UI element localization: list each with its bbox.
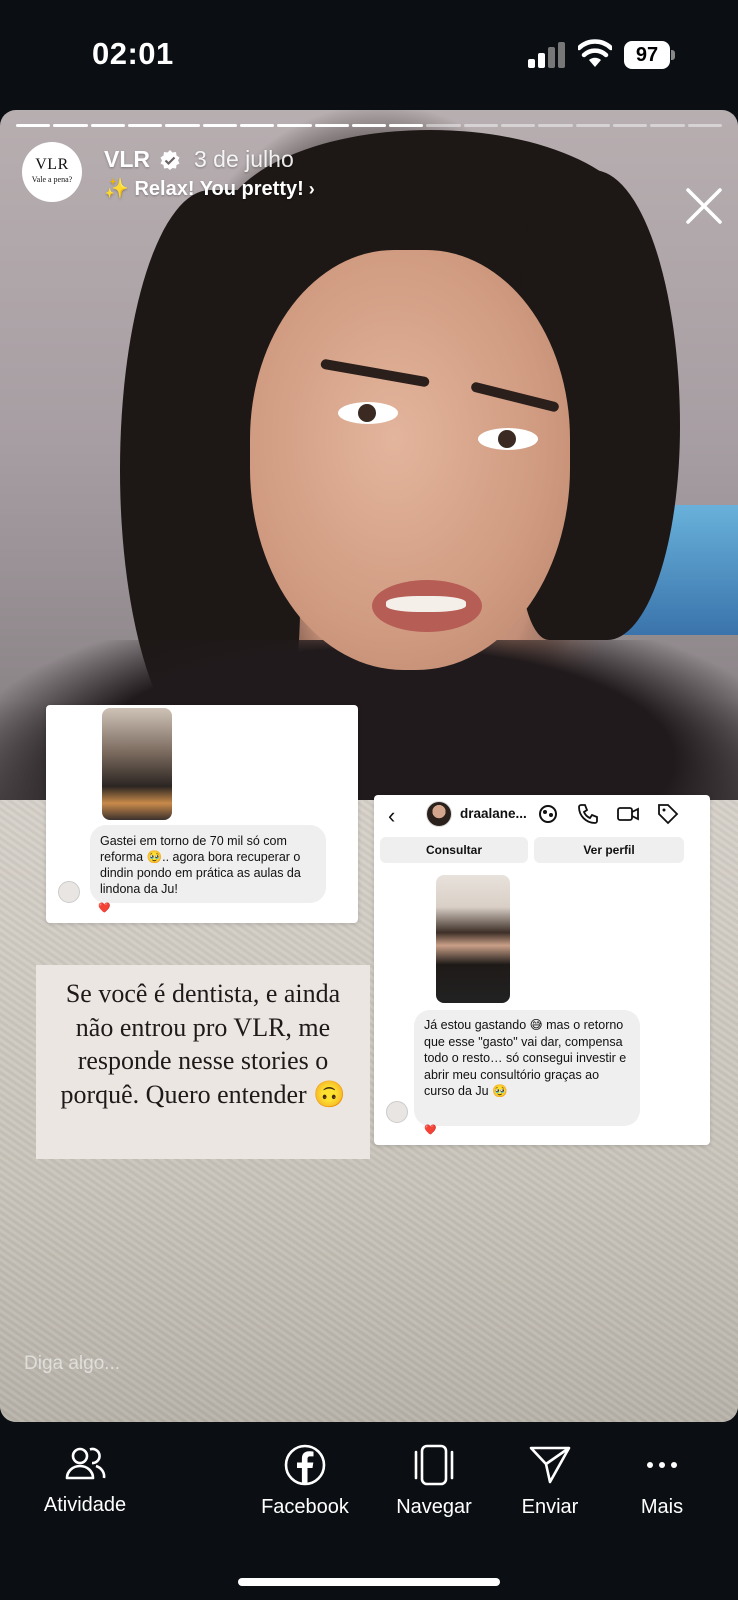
photo-smile: [372, 580, 482, 632]
music-label[interactable]: ✨ Relax! You pretty! ›: [104, 176, 315, 201]
progress-segment: [613, 124, 648, 127]
more-button[interactable]: Mais: [618, 1444, 706, 1519]
progress-segment: [351, 124, 387, 127]
battery-cap: [671, 50, 675, 60]
avatar-logo-text: VLR: [35, 156, 69, 173]
progress-segment: [239, 124, 275, 127]
account-avatar[interactable]: VLR Vale a pena?: [22, 142, 82, 202]
status-bar: 02:01 97: [0, 0, 738, 110]
phone-frame-icon: [414, 1444, 454, 1486]
progress-segment: [90, 124, 125, 127]
back-chevron-icon: ‹: [388, 803, 396, 828]
progress-segment: [501, 124, 536, 127]
progress-segment: [314, 124, 349, 127]
activity-button[interactable]: Atividade: [32, 1444, 138, 1517]
progress-segment: [426, 124, 461, 127]
progress-segment: [463, 124, 499, 127]
progress-segment: [202, 124, 237, 127]
phone-icon: [578, 804, 598, 824]
view-profile-button: Ver perfil: [534, 837, 684, 863]
battery-level: 97: [624, 41, 670, 69]
music-title: Relax! You pretty!: [134, 178, 304, 200]
more-icon: [647, 1462, 677, 1468]
progress-segment: [16, 124, 51, 127]
people-icon: [65, 1447, 106, 1480]
progress-segment: [575, 124, 610, 127]
sender-avatar: [386, 1101, 408, 1123]
account-username[interactable]: VLR: [104, 146, 150, 173]
progress-segment: [687, 124, 722, 127]
close-icon[interactable]: [682, 184, 726, 228]
progress-segment: [389, 124, 424, 127]
story-text-overlay: Se você é dentista, e ainda não entrou p…: [36, 965, 370, 1159]
more-label: Mais: [640, 1496, 684, 1518]
dm-screenshot-card: ‹ draalane... Consultar Ver perfil Já es…: [374, 795, 710, 1145]
message-bubble: Já estou gastando 😅 mas o retorno que es…: [414, 1010, 640, 1126]
avatar-logo-subtext: Vale a pena?: [31, 175, 73, 184]
effects-icon: [539, 805, 557, 823]
sender-avatar: [58, 881, 80, 903]
story-header: VLR Vale a pena? VLR 3 de julho ✨ Relax!…: [22, 142, 722, 224]
dm-avatar: [426, 801, 452, 827]
progress-segment: [538, 124, 573, 127]
progress-segment: [277, 124, 312, 127]
shared-video-thumbnail: [436, 875, 510, 1003]
send-button[interactable]: Enviar: [504, 1444, 596, 1519]
message-bubble: Gastei em torno de 70 mil só com reforma…: [90, 825, 326, 903]
progress-segment: [650, 124, 685, 127]
story-action-bar: Atividade Facebook Navegar Enviar Mais: [0, 1422, 738, 1600]
heart-reaction-icon: ❤️: [98, 903, 111, 914]
shared-video-thumbnail: [102, 708, 172, 820]
facebook-icon: [284, 1444, 326, 1486]
chevron-right-icon: ›: [303, 179, 315, 199]
cellular-signal-icon: [528, 42, 565, 68]
sparkle-icon: ✨: [104, 178, 135, 200]
tag-icon: [658, 804, 679, 825]
comment-screenshot-card: Gastei em torno de 70 mil só com reforma…: [46, 705, 358, 923]
browse-label: Navegar: [396, 1496, 472, 1518]
progress-segment: [165, 124, 200, 127]
home-indicator[interactable]: [238, 1578, 500, 1586]
facebook-button[interactable]: Facebook: [250, 1444, 360, 1519]
story-date: 3 de julho: [194, 146, 294, 172]
send-label: Enviar: [521, 1496, 579, 1518]
photo-eye-right: [478, 428, 538, 450]
heart-reaction-icon: ❤️: [424, 1125, 437, 1136]
dm-username: draalane...: [460, 806, 527, 821]
activity-label: Atividade: [43, 1494, 127, 1516]
photo-eye-left: [338, 402, 398, 424]
dm-header: ‹ draalane...: [374, 795, 710, 835]
status-time: 02:01: [92, 36, 174, 71]
battery-indicator: 97: [624, 41, 675, 69]
consult-button: Consultar: [380, 837, 528, 863]
wifi-icon: [578, 39, 612, 67]
story-viewer[interactable]: VLR Vale a pena? VLR 3 de julho ✨ Relax!…: [0, 110, 738, 1422]
story-progress-bar: [16, 124, 722, 127]
facebook-label: Facebook: [261, 1496, 349, 1518]
send-icon: [529, 1446, 571, 1484]
browse-button[interactable]: Navegar: [384, 1444, 484, 1519]
reply-input[interactable]: Diga algo...: [24, 1353, 120, 1375]
progress-segment: [53, 124, 88, 127]
video-call-icon: [617, 807, 639, 821]
verified-badge-icon: [160, 150, 180, 170]
progress-segment: [127, 124, 163, 127]
